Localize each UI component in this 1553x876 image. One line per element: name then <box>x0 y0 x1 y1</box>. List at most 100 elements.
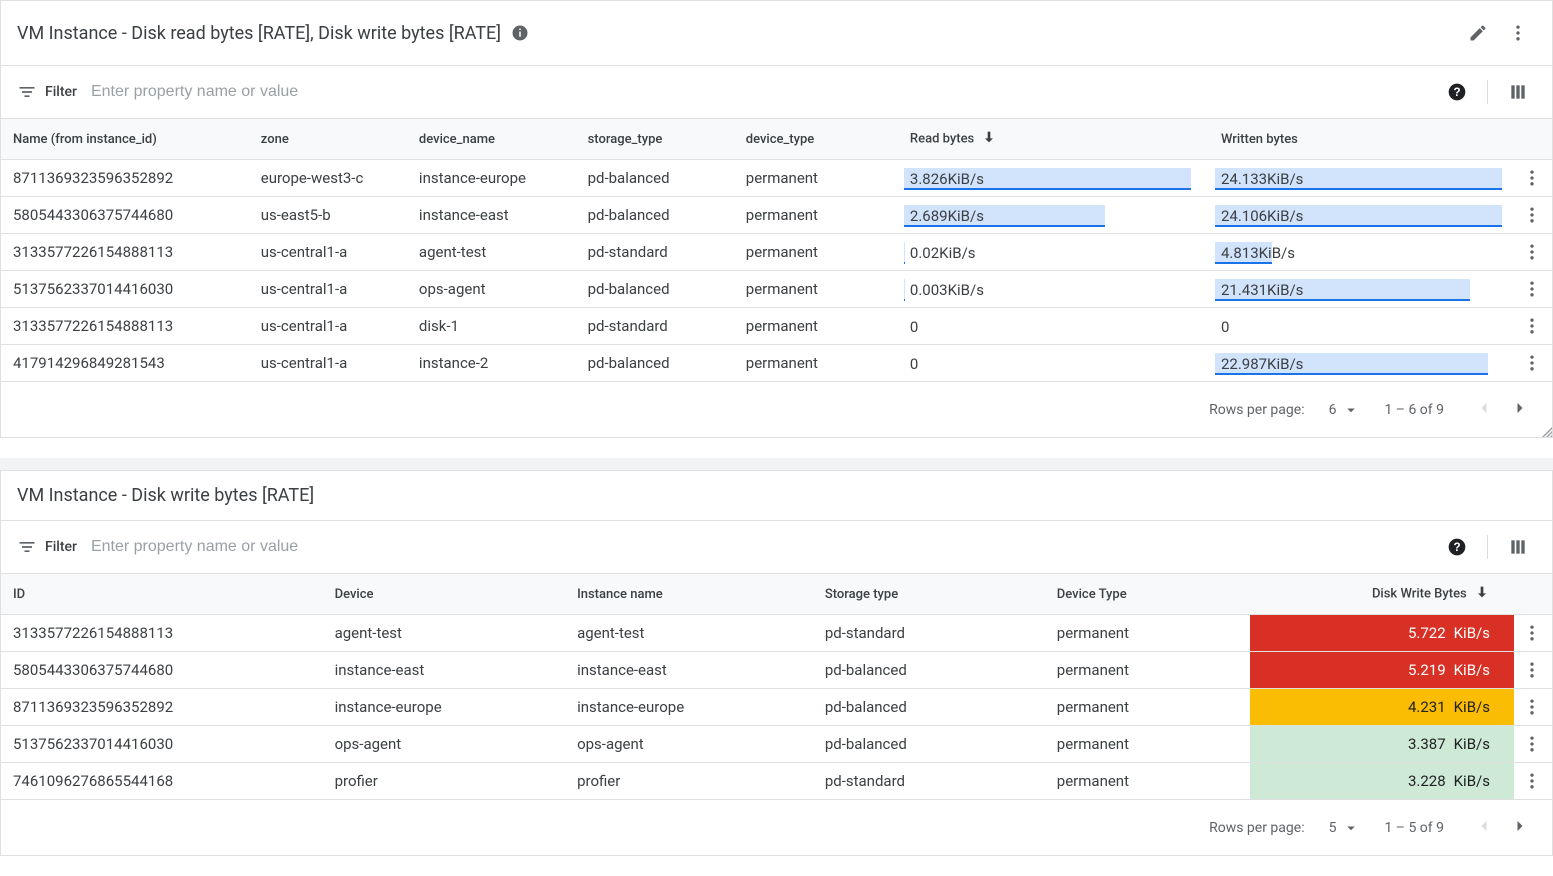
bar-value: 24.106KiB/s <box>1215 207 1303 225</box>
cell-device-name: agent-test <box>407 234 576 271</box>
cell-device-type: permanent <box>1045 652 1251 689</box>
row-menu-button[interactable] <box>1514 345 1550 381</box>
col-read-bytes[interactable]: Read bytes <box>892 119 1203 160</box>
bar-value: 4.813KiB/s <box>1215 244 1295 262</box>
rows-per-page-value: 6 <box>1329 402 1337 418</box>
filter-bar: Filter ? <box>1 66 1552 119</box>
col-device-type[interactable]: Device Type <box>1045 574 1251 615</box>
table-row: 5805443306375744680instance-eastinstance… <box>1 652 1552 689</box>
prev-page-button[interactable] <box>1468 810 1500 845</box>
resize-handle[interactable] <box>1538 423 1552 437</box>
col-disk-write-bytes[interactable]: Disk Write Bytes <box>1250 574 1514 615</box>
panel-header: VM Instance - Disk read bytes [RATE], Di… <box>1 1 1552 66</box>
help-button[interactable]: ? <box>1439 74 1475 110</box>
cell-storage-type: pd-balanced <box>576 345 734 382</box>
col-id[interactable]: ID <box>1 574 323 615</box>
cell-device: instance-europe <box>323 689 566 726</box>
bar-value: 0 <box>904 355 918 373</box>
col-read-bytes-label: Read bytes <box>910 131 974 146</box>
filter-input[interactable] <box>85 532 1431 562</box>
row-menu-button[interactable] <box>1514 689 1550 725</box>
col-storage-type[interactable]: Storage type <box>813 574 1045 615</box>
col-zone[interactable]: zone <box>249 119 407 160</box>
col-written-bytes[interactable]: Written bytes <box>1203 119 1514 160</box>
cell-id: 3133577226154888113 <box>1 615 323 652</box>
cell-disk-write: 4.231KiB/s <box>1250 689 1514 726</box>
divider <box>1487 80 1488 104</box>
rows-per-page-label: Rows per page: <box>1209 402 1304 418</box>
cell-device-name: instance-east <box>407 197 576 234</box>
bar-cell: 24.106KiB/s <box>1203 197 1514 234</box>
table-row: 5805443306375744680us-east5-binstance-ea… <box>1 197 1552 234</box>
edit-button[interactable] <box>1460 15 1496 51</box>
col-storage-type[interactable]: storage_type <box>576 119 734 160</box>
rows-per-page-select[interactable]: 6 <box>1329 401 1361 419</box>
row-menu-button[interactable] <box>1514 160 1550 196</box>
col-device-name[interactable]: device_name <box>407 119 576 160</box>
filter-input[interactable] <box>85 77 1431 107</box>
columns-button[interactable] <box>1500 74 1536 110</box>
cell-storage-type: pd-balanced <box>813 726 1045 763</box>
table-row: 8711369323596352892instance-europeinstan… <box>1 689 1552 726</box>
bar-value: 0 <box>904 318 918 336</box>
cell-zone: us-east5-b <box>249 197 407 234</box>
row-menu-button[interactable] <box>1514 271 1550 307</box>
cell-storage-type: pd-balanced <box>576 271 734 308</box>
filter-label: Filter <box>45 539 77 555</box>
data-table: Name (from instance_id) zone device_name… <box>1 119 1552 382</box>
col-device-type[interactable]: device_type <box>734 119 892 160</box>
cell-device-name: disk-1 <box>407 308 576 345</box>
help-button[interactable]: ? <box>1439 529 1475 565</box>
page-range: 1 – 6 of 9 <box>1384 402 1444 418</box>
dropdown-icon <box>1342 401 1360 419</box>
cell-device-name: instance-europe <box>407 160 576 197</box>
cell-device-type: permanent <box>734 271 892 308</box>
sort-desc-icon <box>981 129 997 149</box>
col-name[interactable]: Name (from instance_id) <box>1 119 249 160</box>
cell-disk-write: 3.387KiB/s <box>1250 726 1514 763</box>
table-row: 417914296849281543us-central1-ainstance-… <box>1 345 1552 382</box>
next-page-button[interactable] <box>1504 810 1536 845</box>
bar-cell: 0.02KiB/s <box>892 234 1203 271</box>
row-menu-button[interactable] <box>1514 652 1550 688</box>
cell-device: instance-east <box>323 652 566 689</box>
next-page-button[interactable] <box>1504 392 1536 427</box>
bar-cell: 24.133KiB/s <box>1203 160 1514 197</box>
panel-header: VM Instance - Disk write bytes [RATE] <box>1 471 1552 521</box>
cell-storage-type: pd-standard <box>576 308 734 345</box>
cell-storage-type: pd-balanced <box>813 689 1045 726</box>
bar-value: 22.987KiB/s <box>1215 355 1303 373</box>
info-icon[interactable] <box>511 24 529 42</box>
bar-cell: 22.987KiB/s <box>1203 345 1514 382</box>
col-instance-name[interactable]: Instance name <box>565 574 813 615</box>
bar-cell: 0 <box>1203 308 1514 345</box>
more-menu-button[interactable] <box>1500 15 1536 51</box>
cell-device-type: permanent <box>1045 689 1251 726</box>
cell-device: profier <box>323 763 566 800</box>
rows-per-page-select[interactable]: 5 <box>1329 819 1361 837</box>
row-menu-button[interactable] <box>1514 234 1550 270</box>
col-device[interactable]: Device <box>323 574 566 615</box>
rows-per-page-label: Rows per page: <box>1209 820 1304 836</box>
row-menu-button[interactable] <box>1514 763 1550 799</box>
panel-disk-write: VM Instance - Disk write bytes [RATE] Fi… <box>0 470 1553 856</box>
cell-name: 5137562337014416030 <box>1 271 249 308</box>
cell-zone: us-central1-a <box>249 234 407 271</box>
row-menu-button[interactable] <box>1514 726 1550 762</box>
cell-device-type: permanent <box>734 160 892 197</box>
bar-value: 24.133KiB/s <box>1215 170 1303 188</box>
cell-storage-type: pd-standard <box>813 615 1045 652</box>
cell-device-type: permanent <box>734 234 892 271</box>
row-menu-button[interactable] <box>1514 197 1550 233</box>
row-menu-button[interactable] <box>1514 615 1550 651</box>
prev-page-button[interactable] <box>1468 392 1500 427</box>
columns-button[interactable] <box>1500 529 1536 565</box>
cell-device-type: permanent <box>1045 615 1251 652</box>
sort-desc-icon <box>1474 584 1490 604</box>
cell-device-type: permanent <box>734 345 892 382</box>
bar-value: 21.431KiB/s <box>1215 281 1303 299</box>
bar-cell: 2.689KiB/s <box>892 197 1203 234</box>
table-row: 5137562337014416030us-central1-aops-agen… <box>1 271 1552 308</box>
cell-device-type: permanent <box>734 308 892 345</box>
row-menu-button[interactable] <box>1514 308 1550 344</box>
